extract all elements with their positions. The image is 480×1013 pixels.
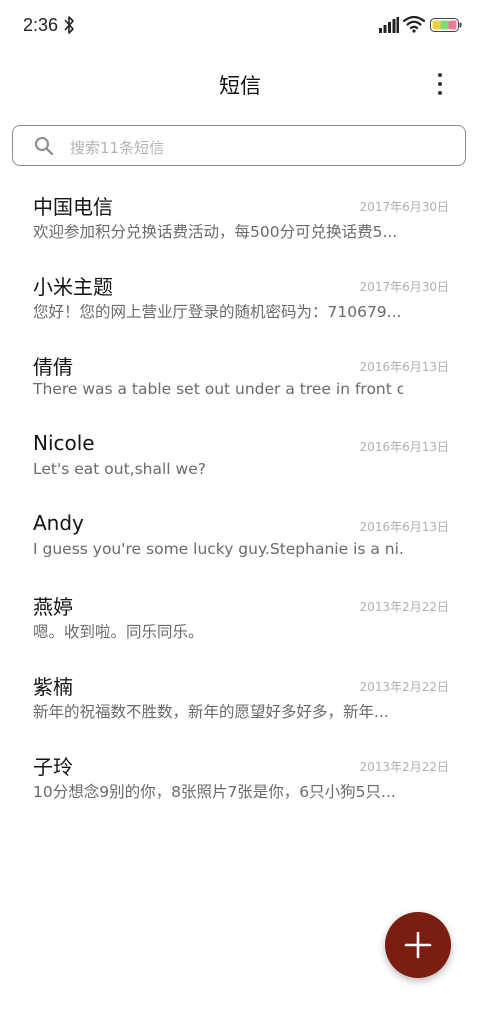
plus-icon bbox=[404, 931, 432, 959]
message-preview: 您好！您的网上营业厅登录的随机密码为：710679... bbox=[33, 303, 402, 321]
message-date: 2017年6月30日 bbox=[359, 200, 449, 214]
wifi-icon bbox=[403, 15, 425, 33]
status-time: 2:36 bbox=[23, 15, 59, 35]
message-sender: 紫楠 bbox=[33, 675, 73, 699]
more-dot bbox=[438, 82, 442, 86]
message-preview: 10分想念9别的你，8张照片7张是你，6只小狗5只... bbox=[33, 783, 396, 801]
message-sender: 小米主题 bbox=[33, 275, 113, 299]
message-item[interactable]: 中国电信 2017年6月30日 欢迎参加积分兑换话费活动，每500分可兑换话费5… bbox=[0, 178, 480, 258]
search-icon bbox=[35, 137, 54, 156]
message-sender: 子玲 bbox=[33, 755, 73, 779]
more-dot bbox=[438, 91, 442, 95]
message-date: 2016年6月13日 bbox=[359, 520, 449, 534]
message-preview: 新年的祝福数不胜数，新年的愿望好多好多，新年... bbox=[33, 703, 389, 721]
message-item[interactable]: 燕婷 2013年2月22日 嗯。收到啦。同乐同乐。 bbox=[0, 578, 480, 658]
message-item[interactable]: Nicole 2016年6月13日 Let's eat out,shall we… bbox=[0, 418, 480, 498]
message-list: 中国电信 2017年6月30日 欢迎参加积分兑换话费活动，每500分可兑换话费5… bbox=[0, 178, 480, 818]
bluetooth-icon bbox=[64, 16, 74, 34]
battery-icon bbox=[430, 18, 462, 32]
message-sender: Andy bbox=[33, 511, 84, 535]
message-sender: 中国电信 bbox=[33, 195, 113, 219]
message-date: 2013年2月22日 bbox=[359, 600, 449, 614]
message-date: 2013年2月22日 bbox=[359, 760, 449, 774]
status-bar: 2:36 bbox=[0, 0, 480, 52]
message-date: 2013年2月22日 bbox=[359, 680, 449, 694]
message-preview: 欢迎参加积分兑换话费活动，每500分可兑换话费5... bbox=[33, 223, 398, 241]
search-input[interactable]: 搜索11条短信 bbox=[12, 125, 466, 166]
message-preview: I guess you're some lucky guy.Stephanie … bbox=[33, 540, 403, 558]
app-bar: 短信 bbox=[0, 52, 480, 116]
message-date: 2016年6月13日 bbox=[359, 440, 449, 454]
message-date: 2016年6月13日 bbox=[359, 360, 449, 374]
message-item[interactable]: 小米主题 2017年6月30日 您好！您的网上营业厅登录的随机密码为：71067… bbox=[0, 258, 480, 338]
message-preview: Let's eat out,shall we? bbox=[33, 460, 206, 478]
page-title: 短信 bbox=[219, 74, 261, 98]
message-item[interactable]: 子玲 2013年2月22日 10分想念9别的你，8张照片7张是你，6只小狗5只.… bbox=[0, 738, 480, 818]
message-item[interactable]: 倩倩 2016年6月13日 There was a table set out … bbox=[0, 338, 480, 418]
message-item[interactable]: Andy 2016年6月13日 I guess you're some luck… bbox=[0, 498, 480, 578]
message-preview: There was a table set out under a tree i… bbox=[33, 380, 403, 398]
new-message-button[interactable] bbox=[385, 912, 451, 978]
more-options-button[interactable] bbox=[424, 66, 456, 102]
message-sender: 燕婷 bbox=[33, 595, 73, 619]
message-preview: 嗯。收到啦。同乐同乐。 bbox=[33, 623, 204, 641]
more-vertical-icon bbox=[438, 73, 442, 77]
search-placeholder: 搜索11条短信 bbox=[70, 139, 165, 157]
message-sender: 倩倩 bbox=[33, 355, 73, 379]
signal-icon bbox=[379, 17, 399, 33]
message-sender: Nicole bbox=[33, 431, 95, 455]
message-item[interactable]: 紫楠 2013年2月22日 新年的祝福数不胜数，新年的愿望好多好多，新年... bbox=[0, 658, 480, 738]
message-date: 2017年6月30日 bbox=[359, 280, 449, 294]
